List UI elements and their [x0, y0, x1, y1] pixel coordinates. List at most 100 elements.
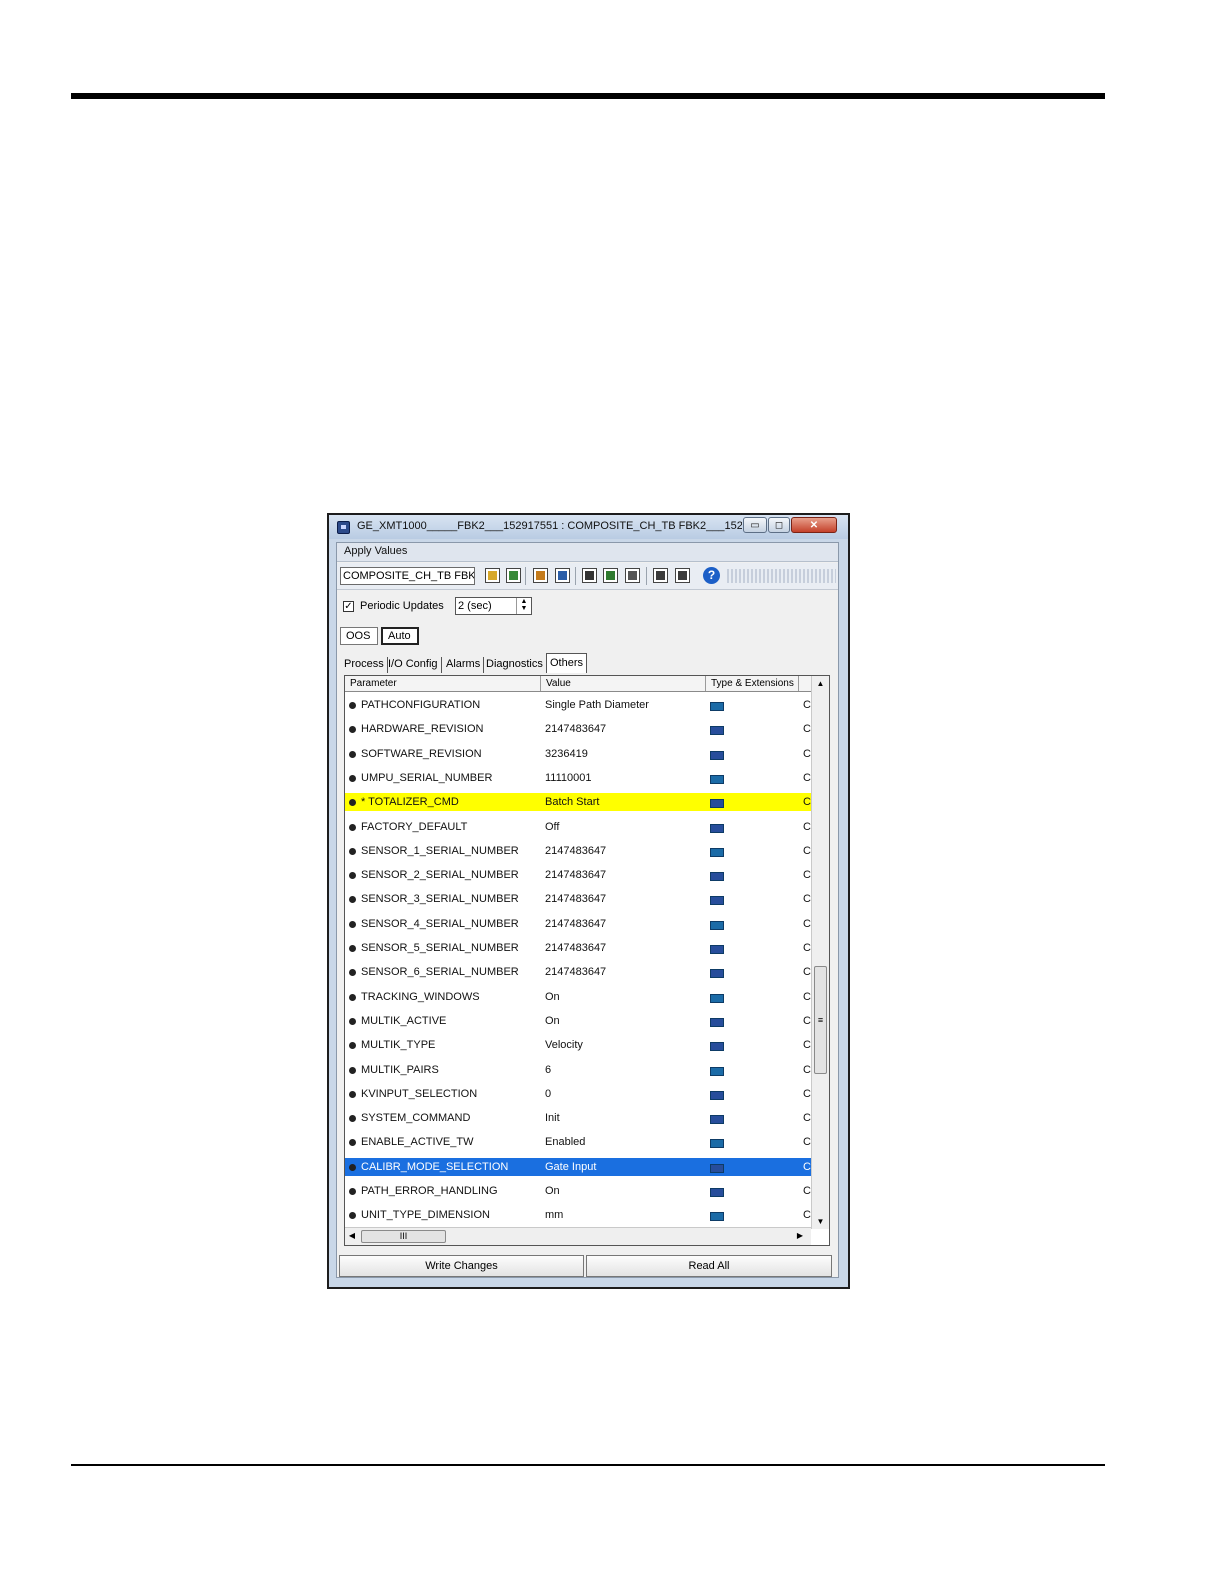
table-row[interactable]: SENSOR_1_SERIAL_NUMBER 2147483647 C [345, 842, 811, 860]
table-row[interactable]: PATH_ERROR_HANDLING On C [345, 1182, 811, 1200]
table-row[interactable]: MULTIK_ACTIVE On C [345, 1012, 811, 1030]
grid-icon[interactable] [675, 568, 690, 583]
periodic-updates-label: Periodic Updates [360, 600, 444, 612]
parameter-value[interactable]: Enabled [545, 1133, 585, 1151]
tab-others[interactable]: Others [546, 653, 588, 673]
parameter-name: MULTIK_ACTIVE [361, 1014, 447, 1027]
table-row[interactable]: UNIT_TYPE_DIMENSION mm C [345, 1206, 811, 1224]
type-icon [710, 1188, 724, 1197]
table-row[interactable]: PATHCONFIGURATION Single Path Diameter C [345, 696, 811, 714]
parameter-value[interactable]: 2147483647 [545, 890, 606, 908]
read-all-button[interactable]: Read All [586, 1255, 832, 1277]
parameter-value[interactable]: 2147483647 [545, 866, 606, 884]
table-icon[interactable] [653, 568, 668, 583]
table-row[interactable]: TRACKING_WINDOWS On C [345, 988, 811, 1006]
parameter-value[interactable]: Velocity [545, 1036, 583, 1054]
parameter-value[interactable]: Gate Input [545, 1158, 596, 1176]
table-row[interactable]: SYSTEM_COMMAND Init C [345, 1109, 811, 1127]
spinner-arrows[interactable]: ▲ ▼ [516, 598, 531, 614]
table-row[interactable]: SENSOR_6_SERIAL_NUMBER 2147483647 C [345, 963, 811, 981]
scroll-down-arrow[interactable]: ▼ [812, 1214, 829, 1229]
horizontal-scrollbar[interactable]: ◀ III ▶ [345, 1227, 811, 1245]
calendar-icon[interactable] [533, 568, 548, 583]
extension-cell: C [803, 1112, 811, 1125]
table-row[interactable]: SOFTWARE_REVISION 3236419 C [345, 745, 811, 763]
block-select[interactable]: COMPOSITE_CH_TB FBK2_ [340, 567, 475, 585]
parameter-value[interactable]: 6 [545, 1061, 551, 1079]
close-button[interactable]: ✕ [791, 517, 837, 533]
table-row[interactable]: SENSOR_2_SERIAL_NUMBER 2147483647 C [345, 866, 811, 884]
parameter-value[interactable]: On [545, 1012, 560, 1030]
type-icon [710, 1066, 724, 1076]
type-icon [710, 1163, 724, 1173]
sync-icon[interactable] [625, 568, 640, 583]
type-icon [710, 1042, 724, 1052]
parameter-value[interactable]: Off [545, 818, 559, 836]
table-row[interactable]: MULTIK_TYPE Velocity C [345, 1036, 811, 1054]
table-row[interactable]: KVINPUT_SELECTION 0 C [345, 1085, 811, 1103]
parameter-bullet-icon [349, 1163, 356, 1171]
parameter-value[interactable]: Batch Start [545, 793, 599, 811]
parameter-name: SYSTEM_COMMAND [361, 1112, 471, 1125]
parameter-value[interactable]: On [545, 988, 560, 1006]
table-row[interactable]: ENABLE_ACTIVE_TW Enabled C [345, 1133, 811, 1151]
oos-button[interactable]: OOS [340, 627, 378, 645]
parameter-value[interactable]: On [545, 1182, 560, 1200]
parameter-name: * TOTALIZER_CMD [361, 796, 459, 809]
parameter-value[interactable]: 2147483647 [545, 720, 606, 738]
minimize-button[interactable]: ▭ [743, 517, 767, 533]
parameter-value[interactable]: 0 [545, 1085, 551, 1103]
header-parameter[interactable]: Parameter [345, 676, 541, 691]
header-value[interactable]: Value [541, 676, 706, 691]
list-icon[interactable] [555, 568, 570, 583]
table-row[interactable]: HARDWARE_REVISION 2147483647 C [345, 720, 811, 738]
edit-icon[interactable] [485, 568, 500, 583]
menu-apply-values[interactable]: Apply Values [344, 545, 407, 557]
auto-button[interactable]: Auto [381, 627, 419, 645]
table-row[interactable]: SENSOR_5_SERIAL_NUMBER 2147483647 C [345, 939, 811, 957]
scroll-left-arrow[interactable]: ◀ [345, 1228, 359, 1244]
table-row[interactable]: MULTIK_PAIRS 6 C [345, 1061, 811, 1079]
write-changes-button[interactable]: Write Changes [339, 1255, 584, 1277]
maximize-button[interactable]: ◻ [768, 517, 790, 533]
vertical-scroll-thumb[interactable]: ≡ [814, 966, 827, 1074]
parameter-bullet-icon [349, 1090, 356, 1098]
parameter-value[interactable]: 11110001 [545, 769, 592, 787]
tab-alarms[interactable]: Alarms [443, 657, 485, 673]
header-type-extensions[interactable]: Type & Extensions [706, 676, 799, 691]
parameter-value[interactable]: Single Path Diameter [545, 696, 649, 714]
scroll-right-arrow[interactable]: ▶ [793, 1228, 807, 1244]
extension-cell: C [803, 1209, 811, 1222]
type-icon [710, 1115, 724, 1125]
table-row[interactable]: UMPU_SERIAL_NUMBER 11110001 C [345, 769, 811, 787]
horizontal-scroll-thumb[interactable]: III [361, 1230, 446, 1243]
parameter-name: UNIT_TYPE_DIMENSION [361, 1209, 490, 1222]
help-icon[interactable]: ? [703, 567, 720, 584]
download-icon[interactable] [582, 568, 597, 583]
folder-icon[interactable] [603, 568, 618, 583]
tab-process[interactable]: Process [341, 657, 388, 673]
table-row[interactable]: SENSOR_3_SERIAL_NUMBER 2147483647 C [345, 890, 811, 908]
parameter-value[interactable]: 3236419 [545, 745, 588, 763]
parameter-value[interactable]: 2147483647 [545, 915, 606, 933]
parameter-value[interactable]: Init [545, 1109, 560, 1127]
update-interval-spinner[interactable]: 2 (sec) ▲ ▼ [455, 597, 532, 615]
table-row[interactable]: SENSOR_4_SERIAL_NUMBER 2147483647 C [345, 915, 811, 933]
parameter-name: PATHCONFIGURATION [361, 699, 481, 711]
tab-io-config[interactable]: I/O Config [385, 657, 442, 673]
periodic-updates-checkbox[interactable]: ✓ [343, 601, 354, 612]
scroll-up-arrow[interactable]: ▲ [812, 676, 829, 691]
parameter-value[interactable]: mm [545, 1206, 563, 1224]
refresh-icon[interactable] [506, 568, 521, 583]
tab-diagnostics[interactable]: Diagnostics [483, 657, 547, 673]
parameter-bullet-icon [349, 993, 356, 1001]
table-row[interactable]: FACTORY_DEFAULT Off C [345, 818, 811, 836]
vertical-scrollbar[interactable]: ▲ ≡ ▼ [811, 676, 829, 1229]
parameter-value[interactable]: 2147483647 [545, 939, 606, 957]
table-row[interactable]: * TOTALIZER_CMD Batch Start C [345, 793, 811, 812]
parameter-value[interactable]: 2147483647 [545, 963, 606, 981]
block-window: GE_XMT1000_____FBK2___152917551 : COMPOS… [327, 513, 850, 1289]
table-row[interactable]: CALIBR_MODE_SELECTION Gate Input C [345, 1157, 811, 1176]
parameter-value[interactable]: 2147483647 [545, 842, 606, 860]
title-bar[interactable]: GE_XMT1000_____FBK2___152917551 : COMPOS… [329, 515, 848, 539]
